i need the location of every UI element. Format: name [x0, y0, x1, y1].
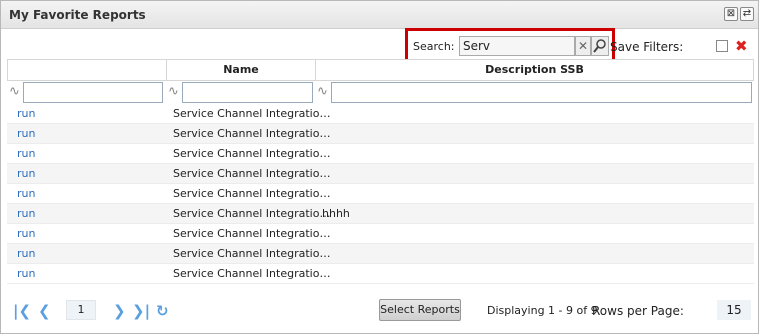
table-row: run Service Channel Integratio… — [7, 224, 754, 244]
column-header-name[interactable]: Name — [166, 59, 316, 81]
table-row: run Service Channel Integratio… — [7, 184, 754, 204]
filter-input-name[interactable] — [182, 82, 313, 103]
column-header-description[interactable]: Description SSB — [315, 59, 754, 81]
prev-page-icon[interactable]: ❮ — [38, 302, 51, 320]
select-reports-button[interactable]: Select Reports — [379, 299, 461, 321]
filter-input-action[interactable] — [23, 82, 163, 103]
rows-per-page-label: Rows per Page: — [592, 304, 684, 318]
report-name: Service Channel Integratio… — [173, 207, 331, 220]
report-name: Service Channel Integratio… — [173, 147, 331, 160]
title-bar: My Favorite Reports ⊠ ⇄ — [1, 1, 758, 29]
save-filters-checkbox[interactable] — [716, 40, 728, 52]
report-name: Service Channel Integratio… — [173, 127, 331, 140]
filter-operator-icon[interactable]: ∿ — [168, 84, 179, 99]
filter-cell-name: ∿ — [166, 81, 316, 105]
run-link[interactable]: run — [17, 207, 35, 220]
report-name: Service Channel Integratio… — [173, 107, 331, 120]
report-name: Service Channel Integratio… — [173, 167, 331, 180]
report-name: Service Channel Integratio… — [173, 247, 331, 260]
report-name: Service Channel Integratio… — [173, 267, 331, 280]
table-row: run Service Channel Integratio… — [7, 264, 754, 284]
next-page-icon[interactable]: ❯ — [113, 302, 126, 320]
run-link[interactable]: run — [17, 267, 35, 280]
run-link[interactable]: run — [17, 107, 35, 120]
filter-cell-description: ∿ — [315, 81, 754, 105]
run-link[interactable]: run — [17, 187, 35, 200]
page-number-input[interactable]: 1 — [66, 300, 96, 320]
displaying-count: Displaying 1 - 9 of 9 — [487, 304, 598, 317]
reload-icon[interactable]: ↻ — [156, 302, 169, 320]
table-row: run Service Channel Integratio… hhhh — [7, 204, 754, 224]
run-link[interactable]: run — [17, 167, 35, 180]
filter-operator-icon[interactable]: ∿ — [9, 84, 20, 99]
table-row: run Service Channel Integratio… — [7, 124, 754, 144]
table-row: run Service Channel Integratio… — [7, 144, 754, 164]
pager-footer: |❮ ❮ 1 ❯ ❯| ↻ Select Reports Displaying … — [1, 297, 758, 325]
window-title: My Favorite Reports — [9, 8, 146, 22]
rows-per-page-input[interactable]: 15 — [717, 300, 751, 320]
report-name: Service Channel Integratio… — [173, 187, 331, 200]
run-link[interactable]: run — [17, 247, 35, 260]
table-row: run Service Channel Integratio… — [7, 104, 754, 124]
refresh-icon[interactable]: ⇄ — [740, 7, 754, 21]
last-page-icon[interactable]: ❯| — [132, 302, 150, 320]
filter-cell-action: ∿ — [7, 81, 167, 105]
save-filters-label: Save Filters: — [610, 40, 684, 54]
report-description: hhhh — [322, 207, 350, 220]
run-link[interactable]: run — [17, 147, 35, 160]
filter-operator-icon[interactable]: ∿ — [317, 84, 328, 99]
run-link[interactable]: run — [17, 127, 35, 140]
run-link[interactable]: run — [17, 227, 35, 240]
reports-window: My Favorite Reports ⊠ ⇄ Search: ✕ Save F… — [0, 0, 759, 334]
table-row: run Service Channel Integratio… — [7, 244, 754, 264]
filter-input-description[interactable] — [331, 82, 752, 103]
report-name: Service Channel Integratio… — [173, 227, 331, 240]
first-page-icon[interactable]: |❮ — [13, 302, 31, 320]
delete-icon[interactable]: ✖ — [735, 37, 748, 55]
table-row: run Service Channel Integratio… — [7, 164, 754, 184]
filter-row: ∿ ∿ ∿ — [7, 81, 754, 105]
column-header-action — [7, 59, 167, 81]
maximize-icon[interactable]: ⊠ — [724, 7, 738, 21]
